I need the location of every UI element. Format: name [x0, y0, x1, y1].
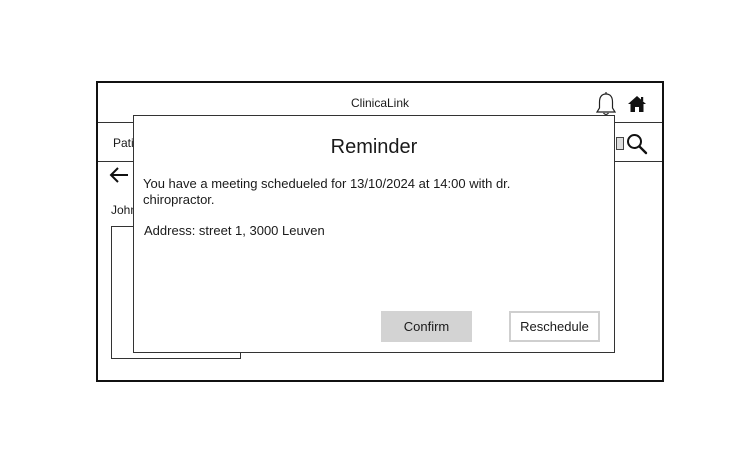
- reschedule-button[interactable]: Reschedule: [509, 311, 600, 342]
- reminder-address: Address: street 1, 3000 Leuven: [144, 223, 325, 238]
- reminder-modal: Reminder You have a meeting schedueled f…: [133, 115, 615, 353]
- reminder-message: You have a meeting schedueled for 13/10/…: [143, 176, 511, 207]
- nav-tab-patients[interactable]: Pati: [113, 136, 134, 150]
- app-title: ClinicaLink: [350, 96, 410, 110]
- arrow-left-icon[interactable]: [108, 164, 130, 186]
- modal-title: Reminder: [330, 136, 418, 158]
- home-icon[interactable]: [627, 94, 647, 114]
- search-icon[interactable]: [626, 133, 648, 155]
- search-input[interactable]: [616, 137, 624, 150]
- bell-icon[interactable]: [595, 91, 617, 117]
- confirm-button[interactable]: Confirm: [381, 311, 472, 342]
